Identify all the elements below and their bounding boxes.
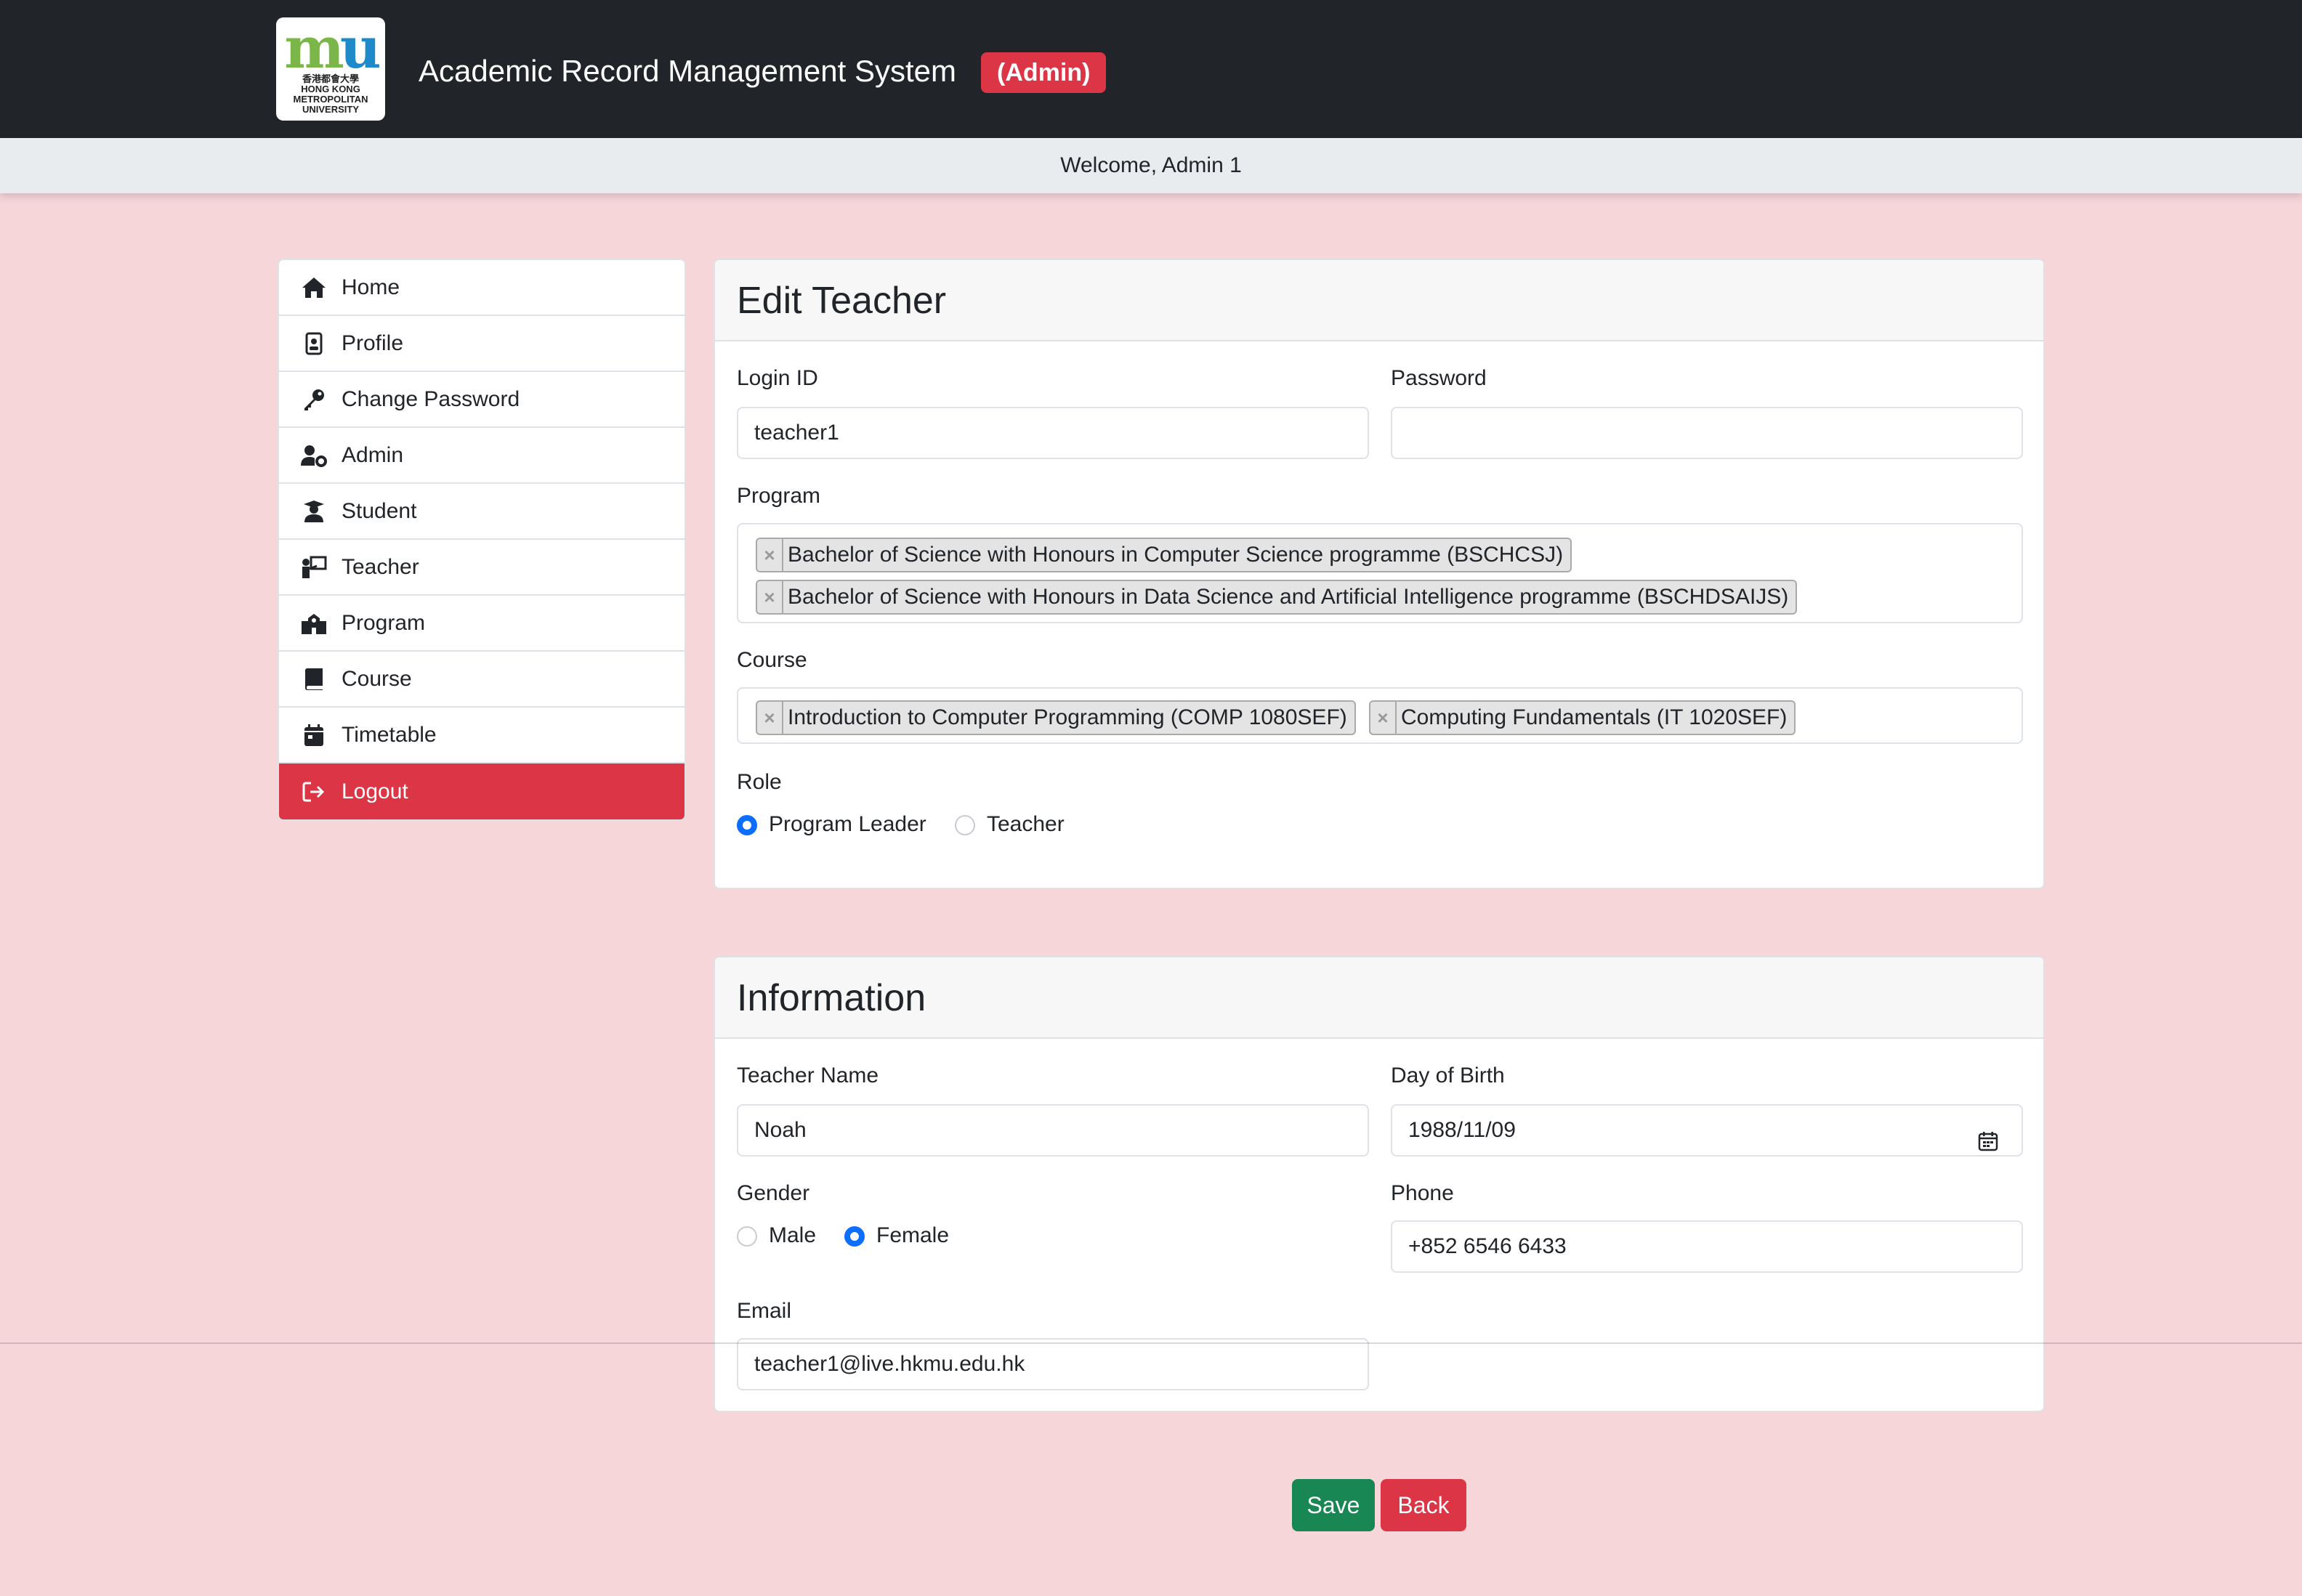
sidebar-item-label: Admin: [342, 442, 404, 467]
course-tag: × Introduction to Computer Programming (…: [756, 700, 1356, 735]
key-icon: [301, 386, 327, 413]
logo-mark: mu: [284, 15, 381, 81]
sidebar-item-label: Course: [342, 666, 412, 691]
book-icon: [301, 666, 327, 692]
sidebar-item-label: Timetable: [342, 722, 437, 747]
top-navbar: mu 香港都會大學 HONG KONG METROPOLITAN UNIVERS…: [0, 0, 2302, 138]
home-icon: [301, 275, 327, 301]
card-title: Edit Teacher: [715, 260, 2043, 341]
remove-tag-icon[interactable]: ×: [757, 702, 783, 734]
sidebar-item-course[interactable]: Course: [279, 652, 684, 708]
sidebar-item-label: Student: [342, 498, 417, 523]
school-icon: [301, 610, 327, 636]
role-label: Role: [737, 770, 782, 794]
teacher-name-input[interactable]: Noah: [737, 1104, 1369, 1157]
gender-male-radio[interactable]: [737, 1226, 757, 1247]
login-id-label: Login ID: [737, 366, 818, 390]
dob-input[interactable]: 1988/11/09: [1391, 1104, 2023, 1157]
role-teacher-radio[interactable]: [955, 815, 975, 835]
user-graduate-icon: [301, 498, 327, 524]
password-input[interactable]: [1391, 407, 2023, 459]
divider-line: [0, 1342, 2302, 1344]
sidebar-item-student[interactable]: Student: [279, 484, 684, 540]
gender-male-label[interactable]: Male: [769, 1223, 816, 1248]
sidebar-item-label: Profile: [342, 331, 404, 355]
app-title: Academic Record Management System: [419, 54, 956, 88]
gender-female-label[interactable]: Female: [876, 1223, 949, 1248]
logo-text-line-1: HONG KONG: [301, 84, 360, 94]
user-gear-icon: [301, 442, 327, 469]
program-tag: × Bachelor of Science with Honours in Co…: [756, 538, 1572, 572]
sidebar-item-program[interactable]: Program: [279, 596, 684, 652]
role-teacher-label[interactable]: Teacher: [987, 812, 1065, 837]
program-tag: × Bachelor of Science with Honours in Da…: [756, 580, 1798, 615]
phone-input[interactable]: +852 6546 6433: [1391, 1220, 2023, 1273]
university-logo[interactable]: mu 香港都會大學 HONG KONG METROPOLITAN UNIVERS…: [276, 17, 385, 121]
password-label: Password: [1391, 366, 1487, 390]
login-id-input[interactable]: teacher1: [737, 407, 1369, 459]
teacher-name-label: Teacher Name: [737, 1064, 879, 1087]
remove-tag-icon[interactable]: ×: [757, 539, 783, 571]
sidebar-item-label: Logout: [342, 779, 408, 803]
save-button[interactable]: Save: [1292, 1479, 1375, 1531]
email-label: Email: [737, 1299, 792, 1323]
edit-teacher-card: Edit Teacher Login ID teacher1 Password …: [714, 259, 2045, 889]
sidebar-item-label: Home: [342, 275, 400, 299]
remove-tag-icon[interactable]: ×: [757, 581, 783, 613]
program-multiselect[interactable]: × Bachelor of Science with Honours in Co…: [737, 523, 2023, 623]
sidebar-item-label: Change Password: [342, 386, 520, 411]
remove-tag-icon[interactable]: ×: [1370, 702, 1397, 734]
role-program-leader-label[interactable]: Program Leader: [769, 812, 926, 837]
sidebar-item-label: Teacher: [342, 554, 419, 579]
chalkboard-teacher-icon: [301, 554, 327, 580]
role-badge: (Admin): [981, 52, 1107, 93]
course-label: Course: [737, 648, 807, 672]
gender-label: Gender: [737, 1181, 810, 1205]
role-program-leader-radio[interactable]: [737, 815, 757, 835]
logo-text-line-2: METROPOLITAN: [293, 94, 368, 105]
sidebar-item-profile[interactable]: Profile: [279, 316, 684, 372]
phone-label: Phone: [1391, 1181, 1454, 1205]
welcome-bar: Welcome, Admin 1: [0, 138, 2302, 193]
dob-label: Day of Birth: [1391, 1064, 1505, 1087]
tag-label: Bachelor of Science with Honours in Data…: [788, 585, 1789, 609]
calendar-picker-icon[interactable]: [1978, 1120, 2000, 1151]
sidebar-item-home[interactable]: Home: [279, 260, 684, 316]
course-multiselect[interactable]: × Introduction to Computer Programming (…: [737, 687, 2023, 744]
dob-value: 1988/11/09: [1408, 1118, 1516, 1142]
card-title: Information: [715, 957, 2043, 1039]
course-tag: × Computing Fundamentals (IT 1020SEF): [1369, 700, 1796, 735]
tag-label: Computing Fundamentals (IT 1020SEF): [1401, 705, 1788, 729]
tag-label: Bachelor of Science with Honours in Comp…: [788, 543, 1564, 567]
calendar-icon: [301, 722, 327, 748]
tag-label: Introduction to Computer Programming (CO…: [788, 705, 1347, 729]
gender-female-radio[interactable]: [844, 1226, 865, 1247]
sidebar-item-label: Program: [342, 610, 426, 635]
email-input[interactable]: teacher1@live.hkmu.edu.hk: [737, 1338, 1369, 1390]
back-button[interactable]: Back: [1381, 1479, 1466, 1531]
program-label: Program: [737, 484, 821, 508]
id-badge-icon: [301, 331, 327, 357]
logo-text-line-3: UNIVERSITY: [302, 104, 359, 115]
sidebar-item-logout[interactable]: Logout: [279, 763, 684, 819]
sidebar-item-admin[interactable]: Admin: [279, 428, 684, 484]
sidebar-item-change-password[interactable]: Change Password: [279, 372, 684, 428]
sidebar-item-timetable[interactable]: Timetable: [279, 708, 684, 763]
logo-text-zh: 香港都會大學: [302, 73, 359, 84]
sidebar-item-teacher[interactable]: Teacher: [279, 540, 684, 596]
logout-icon: [301, 779, 327, 805]
sidebar-nav: Home Profile Change Password Admin Stude…: [278, 259, 686, 821]
